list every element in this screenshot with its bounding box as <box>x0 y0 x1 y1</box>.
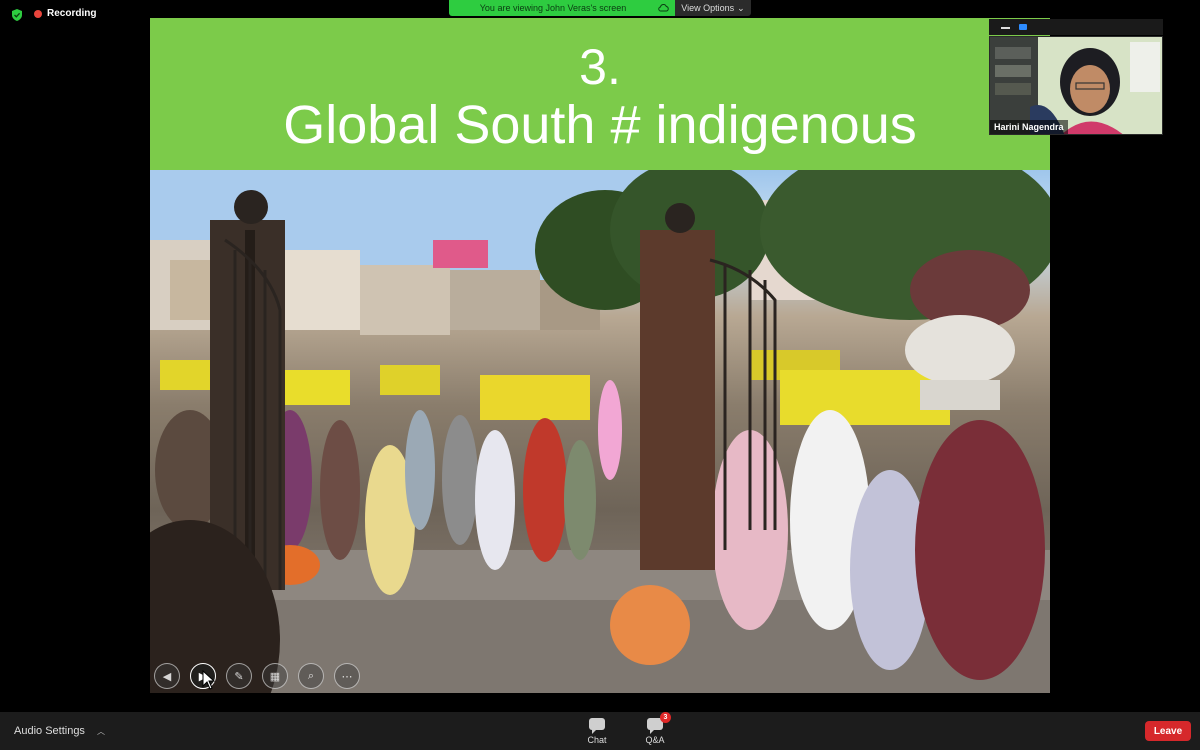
shared-slide: 3. Global South # indigenous ◀ ✎ ▦ ⌕ ⋯ <box>150 18 1050 693</box>
pen-tool-button[interactable]: ✎ <box>226 663 252 689</box>
slide-number: 3. <box>579 39 621 95</box>
chat-icon <box>589 718 605 734</box>
recording-dot-icon <box>34 9 42 18</box>
slide-title: Global South # indigenous <box>283 95 917 155</box>
pen-icon: ✎ <box>234 670 244 683</box>
qa-button[interactable]: 3 Q&A <box>635 712 675 745</box>
slide-header: 3. Global South # indigenous <box>150 18 1050 170</box>
photo-illustration <box>150 170 1050 693</box>
shield-check-icon[interactable] <box>10 8 24 22</box>
recording-indicator[interactable]: Recording <box>34 8 96 19</box>
chat-label: Chat <box>587 735 607 745</box>
meeting-toolbar: Audio Settings ︿ Chat 3 Q&A Leave <box>0 712 1200 750</box>
qa-badge: 3 <box>660 712 671 723</box>
more-options-button[interactable]: ⋯ <box>334 663 360 689</box>
magnifier-icon: ⌕ <box>307 669 315 682</box>
chat-button[interactable]: Chat <box>577 718 617 745</box>
leave-button[interactable]: Leave <box>1145 721 1191 741</box>
qa-label: Q&A <box>645 735 665 745</box>
mouse-cursor-icon <box>202 670 216 690</box>
view-options-label: View Options <box>681 3 735 13</box>
slide-grid-button[interactable]: ▦ <box>262 663 288 689</box>
video-panel-header <box>989 19 1163 35</box>
layout-toggle-icon[interactable] <box>1019 24 1027 30</box>
previous-slide-button[interactable]: ◀ <box>154 663 180 689</box>
slideshow-controls: ◀▶✎▦⌕⋯ <box>154 663 360 689</box>
share-notice: You are viewing John Veras's screen <box>449 0 675 16</box>
audio-settings-label: Audio Settings <box>14 725 85 737</box>
minimize-icon[interactable] <box>1001 27 1010 29</box>
screen-share-banner: You are viewing John Veras's screen View… <box>449 0 751 16</box>
participant-name: Harini Nagendra <box>990 120 1068 134</box>
view-options-button[interactable]: View Options ⌄ <box>675 0 751 16</box>
chevron-down-icon: ⌄ <box>737 2 745 13</box>
participant-video[interactable]: Harini Nagendra <box>989 36 1163 135</box>
street-market-photo: ◀▶✎▦⌕⋯ <box>150 170 1050 693</box>
chevron-left-icon: ◀ <box>162 670 172 683</box>
zoom-button[interactable]: ⌕ <box>298 663 324 689</box>
audio-settings-button[interactable]: Audio Settings ︿ <box>14 725 105 737</box>
chevron-up-icon[interactable]: ︿ <box>97 726 105 737</box>
ellipsis-icon: ⋯ <box>341 670 353 683</box>
cloud-icon <box>658 3 669 12</box>
share-notice-text: You are viewing John Veras's screen <box>479 3 627 13</box>
recording-label: Recording <box>47 8 97 19</box>
grid-icon: ▦ <box>269 670 281 683</box>
